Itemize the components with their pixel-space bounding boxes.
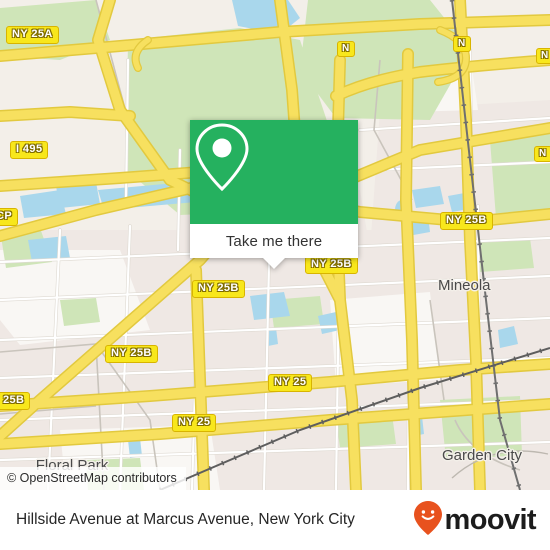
highway-shield: N [337,41,355,57]
moovit-pin-smiley-icon [413,500,443,541]
highway-shield: N [536,48,550,64]
highway-shield: NY 25B [105,345,158,363]
highway-shield: Y 25B [0,392,31,410]
highway-shield: CP [0,208,19,226]
callout-action-area[interactable]: Take me there [190,224,358,269]
highway-shield: I 495 [10,141,49,159]
highway-shield: NY 25A [6,26,59,44]
destination-callout-card[interactable]: Take me there [190,120,358,269]
highway-shield: NY 25 [172,414,217,432]
highway-shield: N [453,36,471,52]
highway-shield: NY 25B [192,280,245,298]
highway-shield: NY 25 [268,374,313,392]
take-me-there-label: Take me there [225,232,323,250]
place-label: Garden City [441,447,523,464]
map-screenshot-root: .rd { stroke:#f7e05f; fill:none; stroke-… [0,0,550,550]
map-canvas[interactable]: .rd { stroke:#f7e05f; fill:none; stroke-… [0,0,550,490]
osm-attribution[interactable]: © OpenStreetMap contributors [0,467,186,490]
highway-shield: NY 25B [440,212,493,230]
location-title: Hillside Avenue at Marcus Avenue, New Yo… [16,511,355,528]
moovit-brand[interactable]: moovit [413,500,537,541]
highway-shield: NY 25B [305,256,358,274]
highway-shield: N [534,146,550,162]
place-label: Mineola [438,277,491,294]
footer-bar: Hillside Avenue at Marcus Avenue, New Yo… [0,490,550,550]
callout-image-area [190,120,358,224]
moovit-wordmark: moovit [444,503,537,536]
callout-pointer-tail [263,258,285,269]
